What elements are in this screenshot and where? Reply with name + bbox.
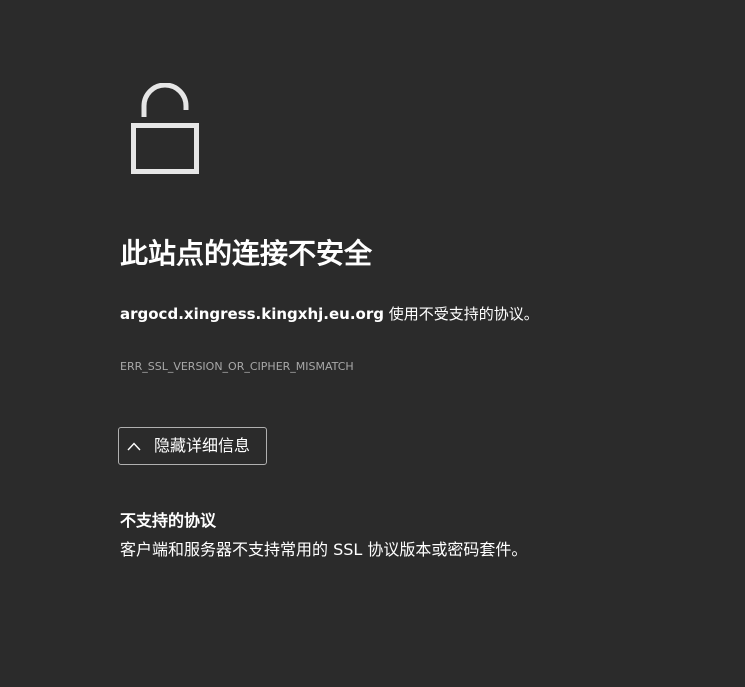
page-title: 此站点的连接不安全 bbox=[120, 237, 373, 270]
chevron-up-icon bbox=[127, 441, 141, 450]
hide-details-label: 隐藏详细信息 bbox=[154, 436, 251, 455]
hide-details-button[interactable]: 隐藏详细信息 bbox=[118, 427, 267, 465]
error-code: ERR_SSL_VERSION_OR_CIPHER_MISMATCH bbox=[120, 360, 354, 373]
error-message: argocd.xingress.kingxhj.eu.org 使用不受支持的协议… bbox=[120, 302, 539, 326]
error-message-text: 使用不受支持的协议。 bbox=[383, 305, 539, 323]
details-body: 客户端和服务器不支持常用的 SSL 协议版本或密码套件。 bbox=[120, 540, 528, 559]
error-page: 此站点的连接不安全 argocd.xingress.kingxhj.eu.org… bbox=[0, 0, 745, 687]
open-padlock-icon bbox=[131, 83, 199, 174]
site-hostname: argocd.xingress.kingxhj.eu.org bbox=[120, 305, 384, 323]
details-heading: 不支持的协议 bbox=[120, 511, 217, 530]
